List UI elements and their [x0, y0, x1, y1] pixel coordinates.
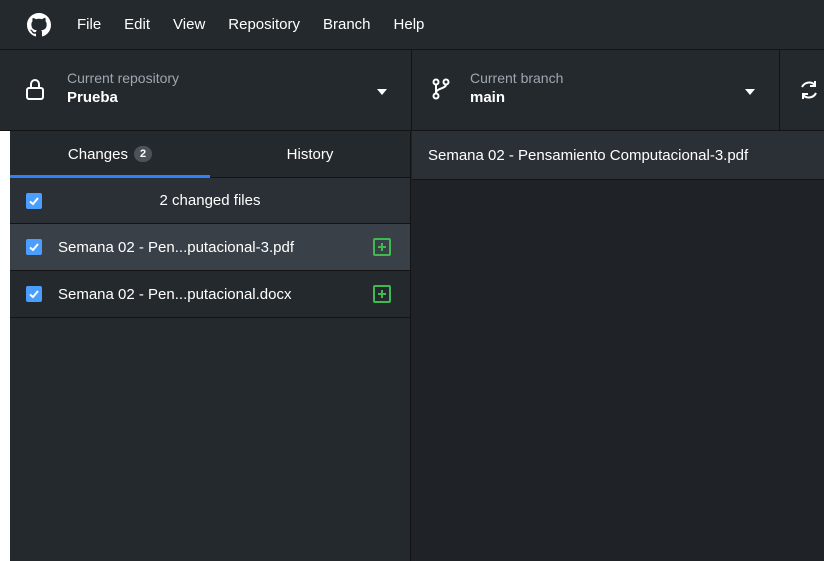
current-branch-button[interactable]: Current branch main: [412, 50, 780, 130]
menu-bar: File Edit View Repository Branch Help: [0, 0, 824, 50]
tab-changes-label: Changes: [67, 145, 128, 163]
tab-history-label: History: [286, 145, 334, 163]
changed-files-count: 2 changed files: [159, 192, 261, 209]
current-branch-value: main: [470, 89, 506, 106]
menu-file[interactable]: File: [77, 0, 101, 50]
file-checkbox[interactable]: [26, 286, 42, 302]
current-repository-text: Current repository Prueba: [67, 69, 179, 109]
tab-history[interactable]: History: [210, 131, 410, 177]
file-name: Semana 02 - Pen...putacional-3.pdf: [58, 238, 294, 256]
window-edge: [0, 131, 10, 561]
menu-branch[interactable]: Branch: [323, 0, 371, 50]
changes-sidebar: Changes 2 History 2 changed files Semana…: [10, 131, 411, 561]
diff-file-path: Semana 02 - Pensamiento Computacional-3.…: [412, 131, 824, 180]
current-repository-value: Prueba: [67, 89, 118, 106]
github-desktop-window: File Edit View Repository Branch Help Cu…: [0, 0, 824, 561]
diff-panel: Semana 02 - Pensamiento Computacional-3.…: [412, 131, 824, 561]
lock-icon: [26, 79, 44, 100]
checkmark-icon: [29, 290, 39, 299]
chevron-down-icon: [745, 89, 755, 95]
toolbar: Current repository Prueba Current branch…: [0, 50, 824, 131]
tab-changes[interactable]: Changes 2: [10, 131, 210, 178]
menu-help[interactable]: Help: [394, 0, 425, 50]
changes-count-badge: 2: [133, 146, 153, 162]
current-branch-text: Current branch main: [470, 69, 563, 109]
file-row[interactable]: Semana 02 - Pen...putacional.docx: [10, 271, 410, 318]
file-row[interactable]: Semana 02 - Pen...putacional-3.pdf: [10, 224, 410, 271]
github-icon: [27, 12, 51, 36]
menu-repository[interactable]: Repository: [228, 0, 300, 50]
fetch-origin-button[interactable]: [780, 50, 824, 130]
changed-files-header: 2 changed files: [10, 178, 410, 224]
current-repository-button[interactable]: Current repository Prueba: [0, 50, 412, 130]
current-repository-label: Current repository: [67, 70, 180, 86]
file-added-icon: [373, 238, 391, 256]
checkmark-icon: [29, 243, 39, 252]
current-branch-label: Current branch: [470, 70, 564, 86]
sync-icon: [801, 81, 817, 99]
menu-edit[interactable]: Edit: [124, 0, 150, 50]
file-name: Semana 02 - Pen...putacional.docx: [58, 285, 292, 303]
file-added-icon: [373, 285, 391, 303]
chevron-down-icon: [377, 89, 387, 95]
menu-view[interactable]: View: [173, 0, 205, 50]
branch-icon: [432, 78, 450, 100]
sidebar-tabs: Changes 2 History: [10, 131, 410, 178]
file-checkbox[interactable]: [26, 239, 42, 255]
